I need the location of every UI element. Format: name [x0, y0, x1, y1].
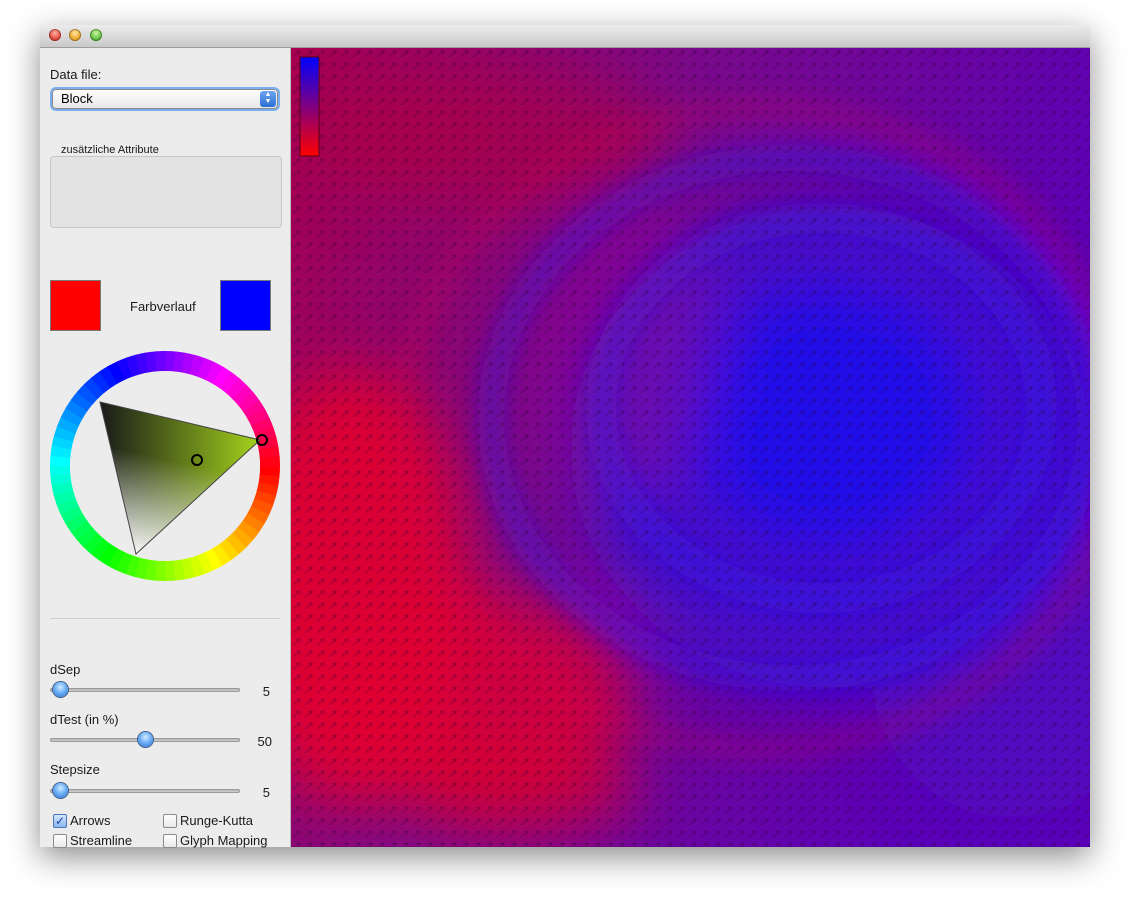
- arrow-glyph-grid: [291, 48, 1090, 847]
- data-file-select[interactable]: Block ▲ ▼: [52, 89, 278, 109]
- control-sidebar: Data file: Block ▲ ▼ zusätzliche Attribut…: [40, 48, 291, 848]
- data-file-selected-value: Block: [61, 91, 93, 106]
- attributes-group-label: zusätzliche Attribute: [61, 144, 159, 156]
- flow-visualization-canvas[interactable]: [291, 48, 1090, 847]
- arrows-label: Arrows: [70, 813, 111, 828]
- color-legend-bar: [299, 56, 320, 157]
- runge-kutta-label: Runge-Kutta: [180, 813, 253, 828]
- app-window: Data file: Block ▲ ▼ zusätzliche Attribut…: [40, 25, 1090, 848]
- arrows-checkbox[interactable]: ✓: [53, 814, 67, 828]
- select-arrows-icon: ▲ ▼: [260, 91, 276, 107]
- dtest-slider[interactable]: [50, 730, 240, 750]
- gradient-start-swatch[interactable]: [50, 280, 101, 331]
- streamline-checkbox[interactable]: [53, 834, 67, 848]
- close-window-button[interactable]: [49, 29, 61, 41]
- zoom-window-button[interactable]: [90, 29, 102, 41]
- title-bar[interactable]: [40, 25, 1090, 48]
- dtest-label: dTest (in %): [50, 712, 119, 727]
- slider-track[interactable]: [50, 688, 240, 692]
- dsep-label: dSep: [50, 662, 81, 677]
- streamline-label: Streamline: [70, 833, 133, 848]
- data-file-label: Data file:: [50, 67, 102, 82]
- color-wheel-picker[interactable]: [50, 351, 280, 581]
- slider-knob[interactable]: [52, 682, 68, 697]
- glyph-mapping-label: Glyph Mapping: [180, 833, 268, 848]
- slider-knob[interactable]: [138, 732, 153, 747]
- stepsize-slider[interactable]: [50, 781, 240, 801]
- glyph-mapping-checkbox[interactable]: [163, 834, 177, 848]
- section-divider: [50, 618, 280, 619]
- stepsize-label: Stepsize: [50, 762, 100, 777]
- gradient-end-swatch[interactable]: [220, 280, 271, 331]
- minimize-window-button[interactable]: [69, 29, 81, 41]
- dtest-value: 50: [257, 734, 272, 749]
- slider-knob[interactable]: [52, 783, 68, 798]
- gradient-label: Farbverlauf: [130, 299, 196, 314]
- dsep-slider[interactable]: [50, 680, 240, 700]
- stepsize-value: 5: [262, 785, 270, 800]
- runge-kutta-checkbox[interactable]: [163, 814, 177, 828]
- slider-track[interactable]: [50, 789, 240, 793]
- dsep-value: 5: [262, 684, 270, 699]
- attributes-box: [50, 156, 282, 228]
